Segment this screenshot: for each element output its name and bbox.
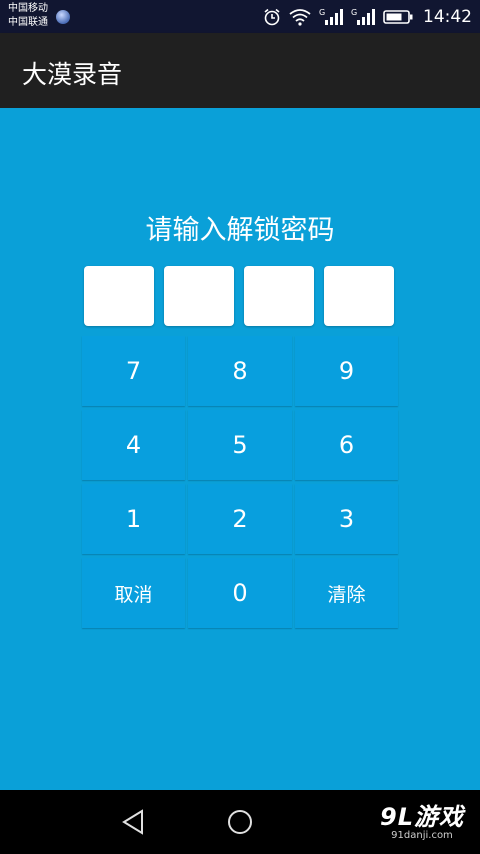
status-time: 14:42	[423, 6, 472, 27]
unlock-prompt: 请输入解锁密码	[145, 215, 335, 246]
app-title: 大漠录音	[22, 60, 123, 89]
home-icon[interactable]	[226, 808, 254, 840]
cancel-button[interactable]: 取消	[82, 558, 185, 628]
pin-digit-box	[84, 266, 154, 326]
alarm-icon	[263, 8, 281, 26]
navigation-bar: 9L游戏 91danji.com	[0, 790, 480, 854]
key-6[interactable]: 6	[295, 410, 398, 480]
key-9[interactable]: 9	[295, 336, 398, 406]
key-4[interactable]: 4	[82, 410, 185, 480]
key-8[interactable]: 8	[188, 336, 292, 406]
keypad: 7 8 9 4 5 6 1 2 3 取消 0 清除	[82, 336, 398, 628]
key-3[interactable]: 3	[295, 484, 398, 554]
key-0[interactable]: 0	[188, 558, 292, 628]
key-1[interactable]: 1	[82, 484, 185, 554]
wifi-icon	[289, 8, 311, 26]
carrier-labels: 中国移动 中国联通	[8, 2, 48, 30]
key-5[interactable]: 5	[188, 410, 292, 480]
status-bar: 中国移动 中国联通 G G 14:42	[0, 0, 480, 33]
carrier-1: 中国移动	[8, 3, 48, 14]
watermark-url: 91danji.com	[391, 830, 453, 841]
signal-icon: G	[319, 7, 343, 27]
watermark-logo: 9L游戏 91danji.com	[380, 804, 464, 842]
pin-digit-box	[244, 266, 314, 326]
watermark-title: 9L游戏	[380, 803, 464, 831]
app-bar: 大漠录音	[0, 33, 480, 108]
clear-button[interactable]: 清除	[295, 558, 398, 628]
key-7[interactable]: 7	[82, 336, 185, 406]
key-2[interactable]: 2	[188, 484, 292, 554]
signal-icon: G	[351, 7, 375, 27]
globe-icon	[56, 10, 70, 24]
network-type-label: G	[319, 8, 325, 17]
carrier-2: 中国联通	[8, 17, 48, 28]
status-icons: G G 14:42	[263, 0, 472, 33]
pin-digit-box	[164, 266, 234, 326]
back-icon[interactable]	[120, 808, 146, 840]
battery-icon	[383, 9, 413, 25]
network-type-label: G	[351, 8, 357, 17]
lock-screen: 请输入解锁密码 7 8 9 4 5 6 1 2 3 取消 0 清除	[0, 108, 480, 790]
pin-digit-box	[324, 266, 394, 326]
